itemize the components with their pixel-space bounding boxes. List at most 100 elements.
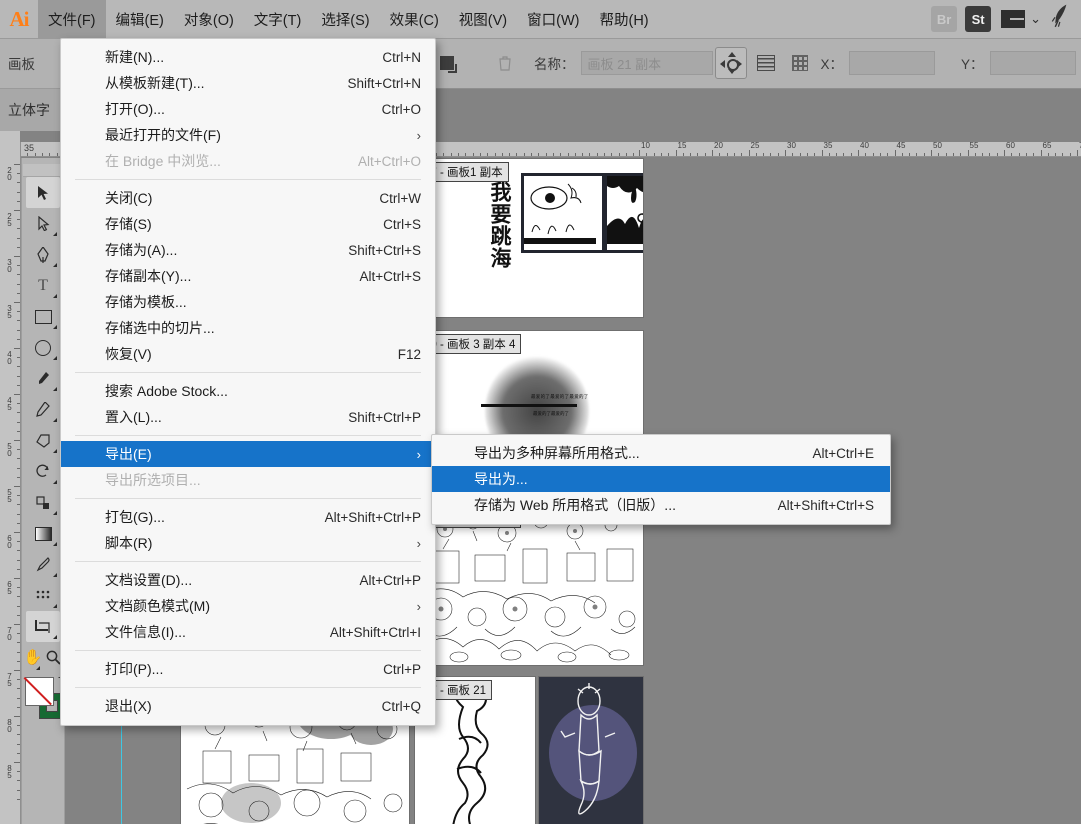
comic-art	[524, 183, 596, 244]
x-input[interactable]	[849, 51, 936, 75]
eyedropper-tool[interactable]	[26, 549, 60, 580]
menu-item-1[interactable]: 导出为...	[432, 466, 890, 492]
artboard-tool[interactable]	[26, 611, 60, 642]
pencil-tool[interactable]	[26, 394, 60, 425]
menu-item-8[interactable]: 存储为(A)... Shift+Ctrl+S	[61, 237, 435, 263]
chevron-down-icon[interactable]: ⌄	[1030, 11, 1041, 27]
file-menu-dropdown[interactable]: 新建(N)... Ctrl+N 从模板新建(T)... Shift+Ctrl+N 打开(…	[60, 38, 436, 726]
menu-item-25[interactable]: 文件信息(I)... Alt+Shift+Ctrl+I	[61, 619, 435, 645]
menu-separator	[75, 372, 421, 373]
menu-3[interactable]: 文字(T)	[244, 0, 312, 38]
ruler-minor-tick	[17, 688, 20, 690]
menu-item-7[interactable]: 存储(S) Ctrl+S	[61, 211, 435, 237]
menu-item-23[interactable]: 文档设置(D)... Alt+Ctrl+P	[61, 567, 435, 593]
ruler-tick	[14, 624, 20, 625]
chevron-right-icon: ›	[416, 535, 421, 551]
ruler-minor-tick	[1025, 153, 1027, 156]
ruler-tick	[931, 150, 932, 156]
artboard-thumb[interactable]	[539, 677, 643, 824]
menu-item-2[interactable]: 存储为 Web 所用格式（旧版）... Alt+Shift+Ctrl+S	[432, 492, 890, 518]
bridge-icon[interactable]: Br	[931, 6, 958, 32]
hand-tool[interactable]: ✋	[24, 642, 43, 673]
fill-swatch[interactable]	[25, 677, 54, 706]
y-input[interactable]	[989, 51, 1076, 75]
ellipse-tool[interactable]	[26, 332, 60, 363]
rectangle-tool[interactable]	[26, 301, 60, 332]
menu-item-27[interactable]: 打印(P)... Ctrl+P	[61, 656, 435, 682]
menu-item-2[interactable]: 打开(O)... Ctrl+O	[61, 96, 435, 122]
ruler-minor-tick	[865, 153, 867, 156]
rocket-icon[interactable]	[1047, 3, 1077, 35]
delete-artboard-icon[interactable]	[490, 48, 520, 78]
eraser-tool[interactable]	[26, 425, 60, 456]
menu-item-1[interactable]: 从模板新建(T)... Shift+Ctrl+N	[61, 70, 435, 96]
menu-item-12[interactable]: 恢复(V) F12	[61, 341, 435, 367]
menu-item-shortcut: Alt+Shift+Ctrl+S	[777, 497, 874, 513]
selection-tool[interactable]	[26, 177, 60, 208]
ruler-minor-tick	[996, 153, 998, 156]
menu-item-shortcut: Alt+Ctrl+O	[357, 153, 421, 169]
export-submenu[interactable]: 导出为多种屏幕所用格式... Alt+Ctrl+E 导出为... 存储为 Web 所用…	[431, 434, 891, 525]
menu-item-24[interactable]: 文档颜色模式(M) ›	[61, 593, 435, 619]
menu-7[interactable]: 窗口(W)	[517, 0, 589, 38]
menu-item-label: 导出所选项目...	[105, 472, 201, 488]
menu-item-0[interactable]: 导出为多种屏幕所用格式... Alt+Ctrl+E	[432, 440, 890, 466]
paintbrush-tool[interactable]	[26, 363, 60, 394]
menu-item-6[interactable]: 关闭(C) Ctrl+W	[61, 185, 435, 211]
artboard-presets-icon[interactable]	[751, 48, 781, 78]
menu-0[interactable]: 文件(F)	[38, 0, 106, 38]
rotate-tool[interactable]	[26, 456, 60, 487]
direct-selection-tool[interactable]	[26, 208, 60, 239]
menu-4[interactable]: 选择(S)	[311, 0, 379, 38]
menu-item-shortcut: Shift+Ctrl+S	[348, 242, 421, 258]
artboard-thumb[interactable]: 07 - 画板1 副本 我要跳海	[415, 159, 643, 317]
ruler-minor-tick	[17, 338, 20, 340]
type-tool[interactable]: T	[26, 270, 60, 301]
artboard-name-input[interactable]: 画板 21 副本	[580, 51, 713, 75]
ruler-label: 25	[5, 212, 14, 226]
menu-item-17[interactable]: 导出(E) ›	[61, 441, 435, 467]
tools-panel[interactable]: T ✋	[21, 158, 71, 824]
ruler-tick	[14, 164, 20, 165]
artboard-options-icon[interactable]	[432, 48, 462, 78]
menu-item-20[interactable]: 打包(G)... Alt+Shift+Ctrl+P	[61, 504, 435, 530]
menu-2[interactable]: 对象(O)	[174, 0, 244, 38]
ruler-minor-tick	[17, 384, 20, 386]
toolbar-grip[interactable]	[23, 164, 63, 177]
ruler-minor-tick	[653, 153, 655, 156]
menu-item-0[interactable]: 新建(N)... Ctrl+N	[61, 44, 435, 70]
workspace-switcher[interactable]: ⌄	[999, 10, 1043, 28]
ruler-label: 75	[5, 672, 14, 686]
ruler-minor-tick	[17, 550, 20, 552]
ruler-minor-tick	[792, 153, 794, 156]
menu-item-21[interactable]: 脚本(R) ›	[61, 530, 435, 556]
fill-stroke-swatches[interactable]: ⤵	[23, 676, 71, 721]
pen-tool[interactable]	[26, 239, 60, 270]
menu-5[interactable]: 效果(C)	[380, 0, 449, 38]
menu-item-14[interactable]: 搜索 Adobe Stock...	[61, 378, 435, 404]
menu-8[interactable]: 帮助(H)	[589, 0, 658, 38]
stock-icon[interactable]: St	[965, 6, 992, 32]
ruler-tick	[748, 150, 750, 156]
ruler-minor-tick	[17, 642, 20, 644]
menu-item-9[interactable]: 存储副本(Y)... Alt+Ctrl+S	[61, 263, 435, 289]
menu-item-10[interactable]: 存储为模板...	[61, 289, 435, 315]
ruler-minor-tick	[17, 743, 20, 745]
menu-item-15[interactable]: 置入(L)... Shift+Ctrl+P	[61, 404, 435, 430]
menu-item-18: 导出所选项目...	[61, 467, 435, 493]
blend-tool[interactable]	[26, 580, 60, 611]
menu-item-11[interactable]: 存储选中的切片...	[61, 315, 435, 341]
menu-item-3[interactable]: 最近打开的文件(F) ›	[61, 122, 435, 148]
menu-6[interactable]: 视图(V)	[449, 0, 517, 38]
menu-1[interactable]: 编辑(E)	[106, 0, 174, 38]
move-artwork-toggle[interactable]	[714, 47, 747, 79]
ruler-vertical[interactable]: 20 25 30 35 40 45 50 55 60 65 70 75 80 85	[0, 142, 21, 824]
ruler-minor-tick	[538, 153, 540, 156]
artboard-reference-point-icon[interactable]	[785, 48, 815, 78]
artboard-thumb[interactable]: 13 - 画板 3 副本 7	[415, 505, 643, 665]
ruler-minor-tick	[17, 430, 20, 432]
menu-item-29[interactable]: 退出(X) Ctrl+Q	[61, 693, 435, 719]
scale-tool[interactable]	[26, 487, 60, 518]
ruler-label: 50	[933, 142, 942, 150]
gradient-tool[interactable]	[26, 518, 60, 549]
